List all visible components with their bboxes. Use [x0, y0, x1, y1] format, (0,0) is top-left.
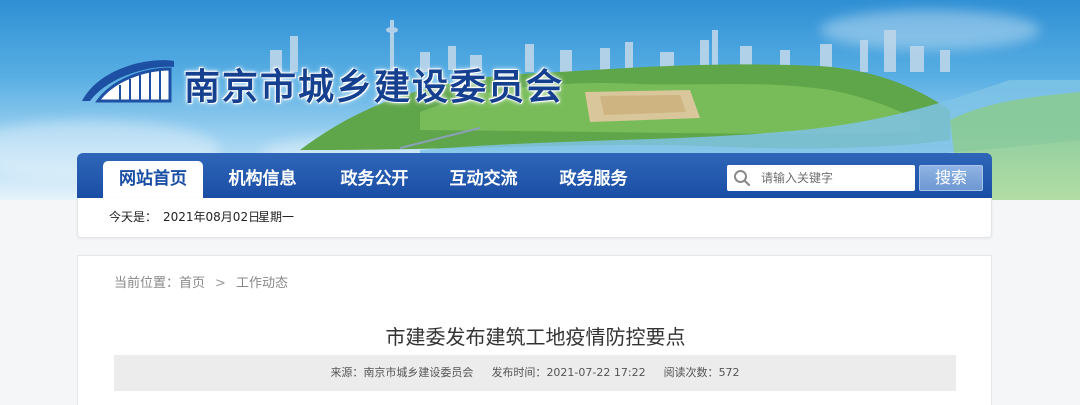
nav-item-home[interactable]: 网站首页 — [103, 161, 203, 198]
article-views: 572 — [718, 366, 740, 379]
source-label: 来源： — [330, 366, 364, 379]
breadcrumb-current-link[interactable]: 工作动态 — [236, 272, 288, 291]
article-source: 南京市城乡建设委员会 — [363, 366, 474, 379]
article-title: 市建委发布建筑工地疫情防控要点 — [385, 325, 686, 349]
site-title: 南京市城乡建设委员会 — [184, 66, 565, 108]
current-weekday: 星期一 — [258, 210, 295, 224]
date-bar: 今天是： 2021年08月02日 星期一 — [77, 198, 992, 238]
search-button[interactable]: 搜索 — [919, 165, 983, 191]
published-label: 发布时间： — [491, 366, 547, 379]
nav-item-organization[interactable]: 机构信息 — [215, 161, 310, 198]
article-card: 当前位置：首页 > 工作动态 市建委发布建筑工地疫情防控要点 来源：南京市城乡建设委… — [77, 255, 992, 405]
nav-item-interaction[interactable]: 互动交流 — [436, 161, 531, 198]
main-nav: 网站首页 机构信息 政务公开 互动交流 政务服务 搜索 — [77, 153, 992, 198]
search-icon — [734, 170, 751, 187]
article-meta: 来源：南京市城乡建设委员会 发布时间：2021-07-22 17:22 阅读次数：5… — [114, 355, 956, 391]
site-logo[interactable] — [80, 57, 176, 103]
breadcrumb-prefix: 当前位置： — [114, 276, 180, 291]
breadcrumb-separator: > — [215, 276, 226, 291]
views-label: 阅读次数： — [663, 366, 719, 379]
search-input[interactable] — [761, 168, 909, 188]
page: 南京市城乡建设委员会 网站首页 机构信息 政务公开 互动交流 政务服务 搜索 今… — [0, 0, 1080, 405]
search-box — [727, 165, 915, 191]
date-prefix: 今天是： — [109, 210, 158, 224]
breadcrumb-home-link[interactable]: 首页 — [179, 272, 205, 291]
breadcrumb: 当前位置：首页 > 工作动态 — [114, 272, 288, 291]
article-published-time: 2021-07-22 17:22 — [546, 366, 646, 379]
current-date: 2021年08月02日 — [163, 210, 261, 224]
nav-item-services[interactable]: 政务服务 — [546, 161, 641, 198]
nav-item-public-affairs[interactable]: 政务公开 — [327, 161, 422, 198]
